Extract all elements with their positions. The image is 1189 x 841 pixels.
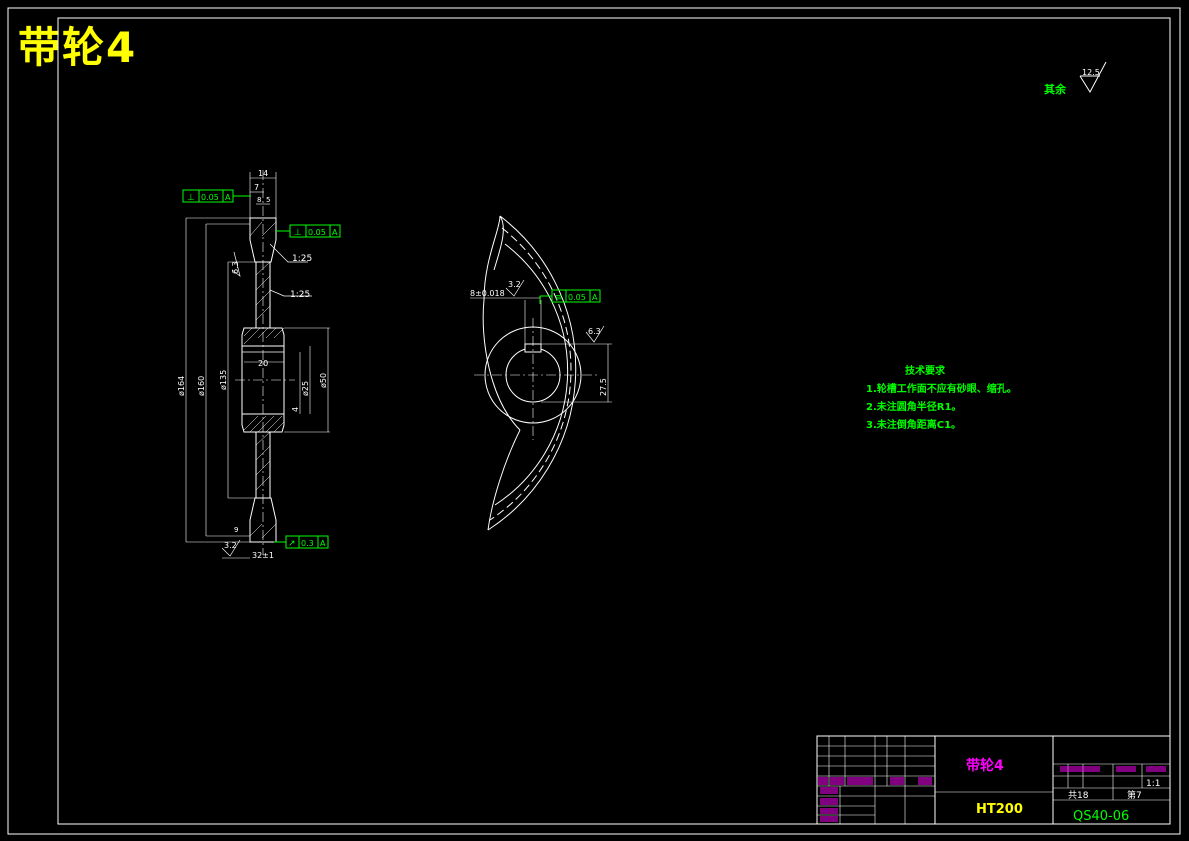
inner-border <box>57 17 1171 825</box>
tolerance-frame-3: ↗ 0.3 A <box>274 535 329 549</box>
tolerance-value: 0.05 <box>308 228 326 237</box>
drawing-canvas: 其余 12.5 14 7 8 5 20 ø164 ø160 ø135 ø25 ø… <box>7 7 1181 835</box>
dim-d-outer: ø164 <box>177 376 186 396</box>
dim-rough-63: 6.3 <box>231 261 240 274</box>
roughness-symbol-icon <box>1079 61 1107 93</box>
dim-hub-20: 20 <box>258 359 268 368</box>
title-block: 带轮4 HT200 1:1 共18 第7 QS40-06 <box>816 735 1171 825</box>
tech-requirement-item: 2.未注圆角半径R1。 <box>866 400 961 413</box>
tolerance-symbol: ⊥ <box>294 228 302 238</box>
tolerance-value: 0.05 <box>568 293 586 302</box>
dim-taper-1: 1:25 <box>292 254 312 264</box>
dim-taper-2: 1:25 <box>290 290 310 300</box>
tolerance-symbol: ≡ <box>555 293 563 303</box>
drawing-sheet: 带轮4 其余 12.5 14 7 8 5 20 ø164 ø160 ø135 ø… <box>0 0 1189 841</box>
tech-requirements-heading: 技术要求 <box>905 364 946 377</box>
tolerance-frame-1: ⊥ 0.05 A <box>182 189 251 203</box>
title-block-part-name: 带轮4 <box>966 757 1004 774</box>
dim-d-135: ø135 <box>219 370 228 390</box>
tolerance-frame-2: ⊥ 0.05 A <box>276 224 341 238</box>
title-block-drawing-no: QS40-06 <box>1073 809 1129 824</box>
dim-groove-5: 5 <box>266 196 270 204</box>
dim-d-pitch: ø160 <box>197 376 206 396</box>
dim-rough-32: 3.2 <box>224 541 237 550</box>
dim-9: 9 <box>234 526 238 534</box>
roughness-note: 其余 12.5 <box>1044 61 1107 96</box>
dim-groove-8: 8 <box>257 196 261 204</box>
dim-groove-7: 7 <box>254 183 259 192</box>
tech-requirement-item: 3.未注倒角距离C1。 <box>866 418 961 431</box>
outer-border <box>7 7 1181 835</box>
dim-key-depth: 27.5 <box>599 378 608 396</box>
tech-requirements: 技术要求 1.轮槽工作面不应有砂眼、缩孔。 2.未注圆角半径R1。 3.未注倒角… <box>866 364 1017 431</box>
roughness-note-label: 其余 <box>1044 82 1067 96</box>
tolerance-symbol: ↗ <box>288 539 296 549</box>
dim-d-4: 4 <box>291 407 300 412</box>
dim-front-rough-63: 6.3 <box>588 327 601 336</box>
tolerance-ref: A <box>225 193 231 202</box>
title-block-sheet-no: 第7 <box>1127 789 1142 801</box>
tech-requirement-item: 1.轮槽工作面不应有砂眼、缩孔。 <box>866 382 1017 395</box>
tolerance-symbol: ⊥ <box>187 193 195 203</box>
dim-d-hub: ø50 <box>319 373 328 388</box>
dim-keyway: 8±0.018 <box>470 289 505 298</box>
roughness-note-value: 12.5 <box>1082 68 1100 77</box>
title-block-sheets-total: 共18 <box>1068 790 1089 801</box>
dim-d-bore: ø25 <box>301 381 310 396</box>
tolerance-ref: A <box>320 539 326 548</box>
title-block-scale: 1:1 <box>1146 779 1160 789</box>
front-view: 8±0.018 3.2 6.3 27.5 ≡ 0.05 A <box>470 215 612 531</box>
tolerance-value: 0.3 <box>301 539 314 548</box>
tolerance-ref: A <box>592 293 598 302</box>
dim-32: 32±1 <box>252 551 274 560</box>
tolerance-value: 0.05 <box>201 193 219 202</box>
dim-width-total: 14 <box>258 169 268 178</box>
tolerance-ref: A <box>332 228 338 237</box>
title-block-material: HT200 <box>976 802 1023 817</box>
dim-front-rough-32: 3.2 <box>508 280 521 289</box>
